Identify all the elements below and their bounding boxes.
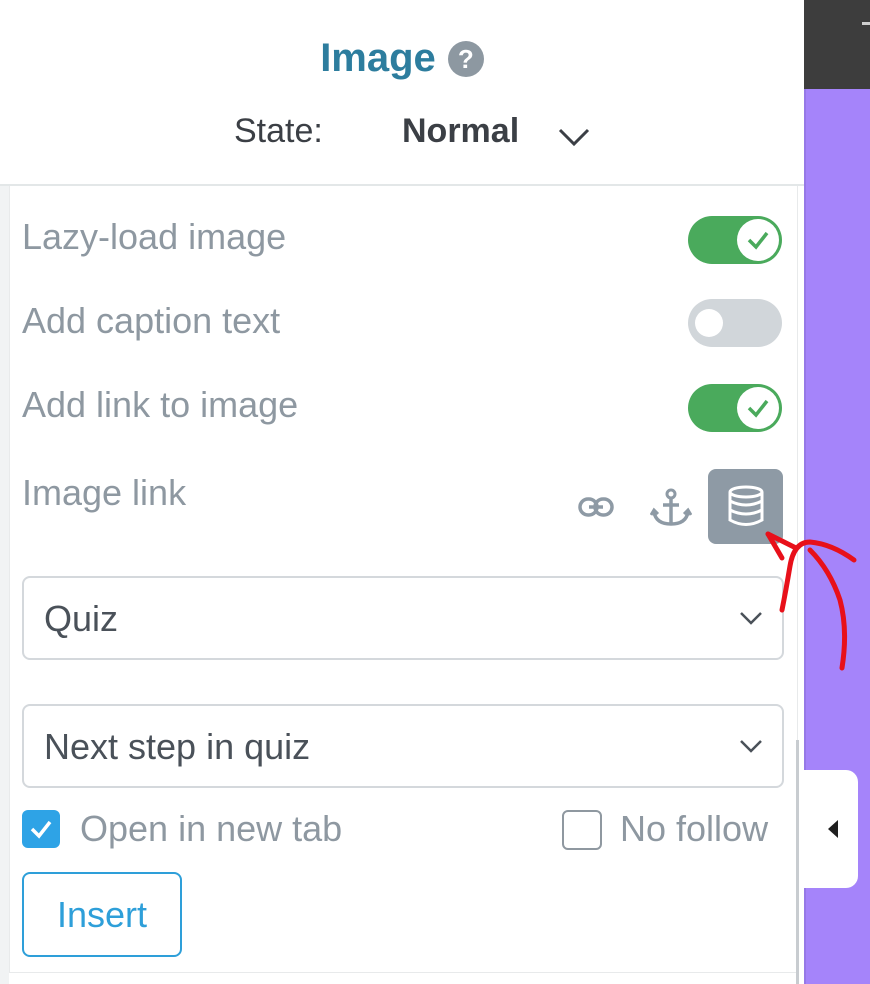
scrollbar[interactable]: [796, 740, 799, 984]
panel-header: Image? State: Normal: [0, 0, 804, 186]
add-link-toggle[interactable]: [688, 384, 782, 432]
image-link-label: Image link: [22, 472, 187, 513]
state-label: State:: [234, 112, 323, 150]
topbar-glyph: [862, 22, 870, 25]
topbar-fragment: [804, 0, 870, 89]
check-icon: [747, 399, 769, 418]
check-icon: [30, 820, 52, 839]
title-row: Image?: [0, 36, 804, 81]
caret-left-icon[interactable]: [826, 818, 840, 840]
chevron-down-icon[interactable]: [556, 118, 592, 154]
panel-title: Image: [320, 36, 436, 80]
toggle-knob: [737, 387, 779, 429]
add-link-label: Add link to image: [22, 384, 299, 425]
source-select[interactable]: Quiz: [22, 576, 784, 660]
no-follow-checkbox[interactable]: [562, 810, 602, 850]
check-icon: [747, 231, 769, 250]
source-select-value: Quiz: [44, 598, 119, 639]
caption-toggle[interactable]: [688, 299, 782, 347]
no-follow-label[interactable]: No follow: [620, 808, 768, 850]
target-select[interactable]: Next step in quiz: [22, 704, 784, 788]
lazy-load-toggle[interactable]: [688, 216, 782, 264]
toggle-knob: [737, 219, 779, 261]
open-new-tab-label[interactable]: Open in new tab: [80, 808, 342, 850]
panel-gutter: [0, 186, 9, 984]
target-select-value: Next step in quiz: [44, 726, 311, 767]
open-new-tab-checkbox[interactable]: [22, 810, 60, 848]
database-source-button[interactable]: [708, 469, 783, 544]
chevron-down-icon: [740, 612, 762, 625]
image-settings-panel: Image? State: Normal Lazy-load image Add…: [0, 0, 804, 984]
help-icon[interactable]: ?: [447, 40, 484, 77]
anchor-icon[interactable]: [650, 488, 692, 528]
insert-button[interactable]: Insert: [22, 872, 182, 957]
caption-label: Add caption text: [22, 300, 281, 341]
state-value[interactable]: Normal: [402, 112, 519, 151]
chevron-down-icon: [740, 740, 762, 753]
link-icon[interactable]: [578, 495, 614, 519]
toggle-knob: [695, 309, 723, 337]
lazy-load-label: Lazy-load image: [22, 216, 287, 257]
database-icon: [728, 485, 764, 526]
